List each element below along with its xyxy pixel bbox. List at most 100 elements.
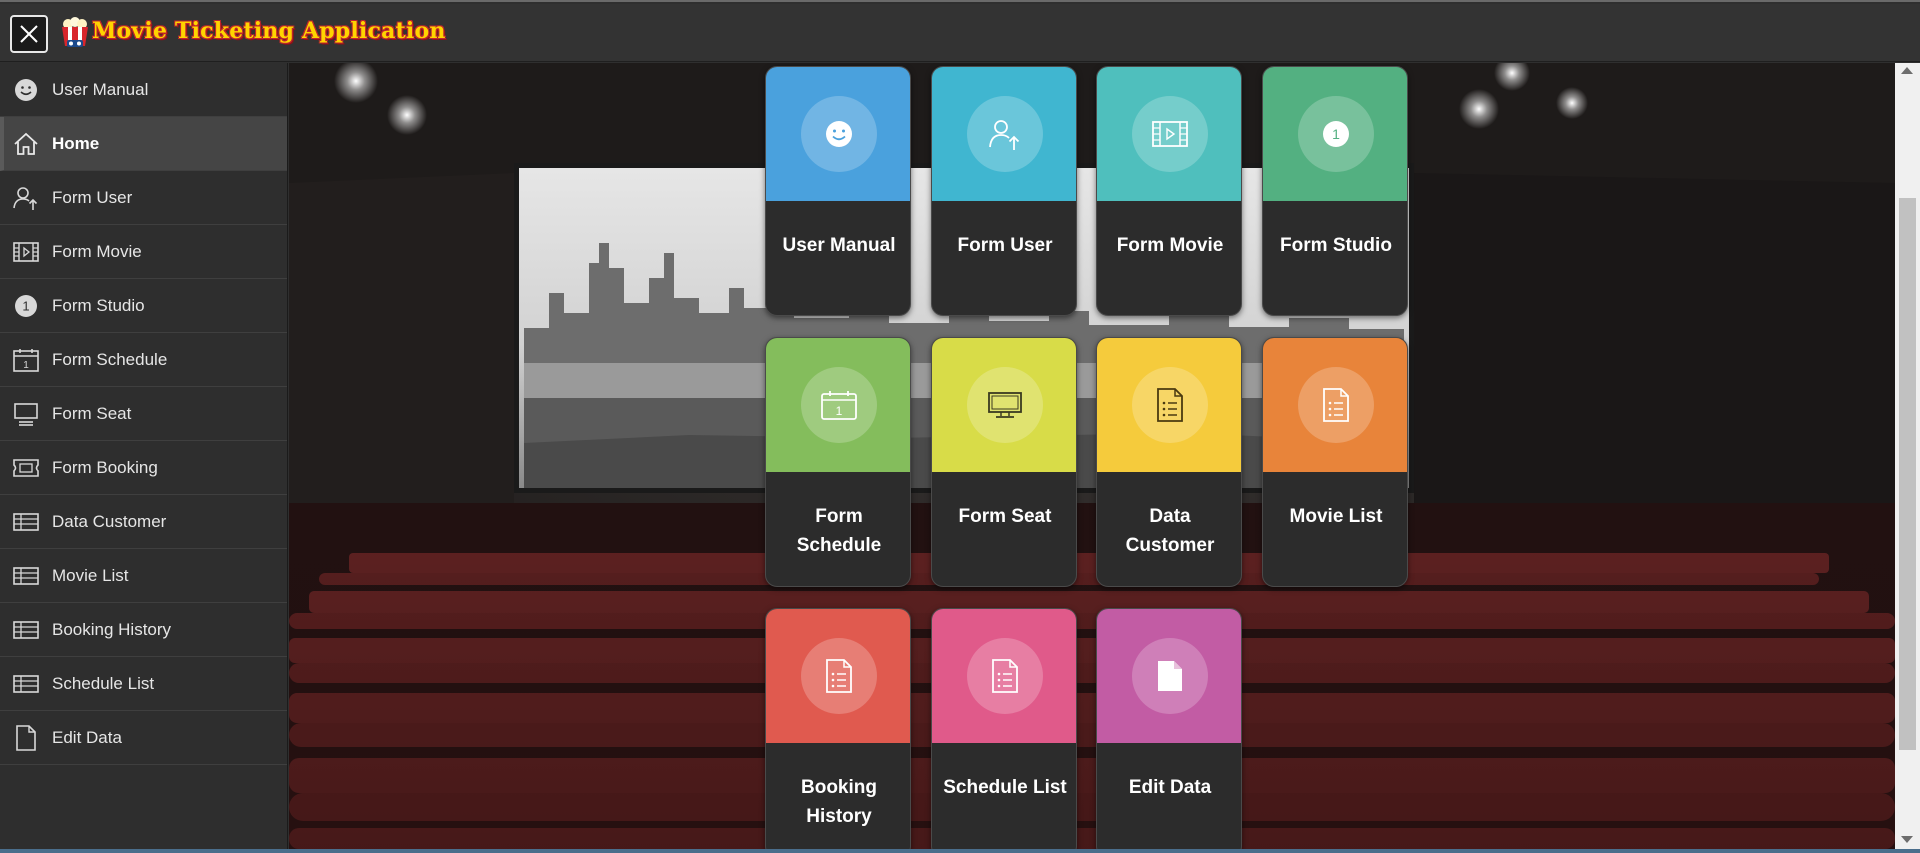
tile-label: Booking History (801, 777, 877, 827)
tile-data-customer[interactable]: Data Customer (1096, 337, 1242, 587)
sidebar-item-home[interactable]: Home (0, 117, 287, 171)
sidebar-item-label: Form Schedule (52, 350, 168, 369)
tile-label: Movie List (1289, 506, 1383, 527)
film-icon (1132, 96, 1208, 172)
ticket-icon (12, 455, 40, 481)
sidebar-item-label: Booking History (52, 620, 172, 639)
sidebar-item-form-movie[interactable]: Form Movie (0, 225, 287, 279)
tile-label: User Manual (782, 235, 896, 256)
tile-header (932, 67, 1076, 201)
table-icon (12, 563, 40, 589)
sidebar-item-label: Form Booking (52, 458, 158, 477)
sidebar-item-form-booking[interactable]: Form Booking (0, 441, 287, 495)
sidebar-item-form-user[interactable]: Form User (0, 171, 287, 225)
sidebar-item-label: Form Movie (52, 242, 142, 261)
tile-label: Form Schedule (796, 506, 882, 556)
user-upload-icon (12, 185, 40, 211)
close-icon (20, 25, 38, 43)
window-bottom-border (0, 849, 1920, 853)
popcorn-logo-icon (62, 17, 88, 47)
smiley-icon (801, 96, 877, 172)
sidebar-item-label: Home (52, 134, 100, 153)
tile-header (932, 338, 1076, 472)
main-content: User Manual Form User Form Movie 1 Form … (289, 63, 1895, 849)
tile-header (1263, 338, 1407, 472)
number-one-icon: 1 (12, 293, 40, 319)
sidebar-item-label: Form Studio (52, 296, 145, 315)
tile-label: Form Movie (1116, 235, 1224, 256)
sidebar-item-form-schedule[interactable]: 1 Form Schedule (0, 333, 287, 387)
tile-form-studio[interactable]: 1 Form Studio (1262, 66, 1408, 316)
home-icon (12, 131, 40, 157)
scroll-up-arrow-icon[interactable] (1901, 67, 1913, 74)
monitor-icon (12, 401, 40, 427)
tile-label: Form User (957, 235, 1053, 256)
sidebar-item-form-seat[interactable]: Form Seat (0, 387, 287, 441)
sidebar-item-edit-data[interactable]: Edit Data (0, 711, 287, 765)
app-window: Movie Ticketing Application User Manual … (0, 0, 1920, 853)
list-document-icon (967, 638, 1043, 714)
tile-booking-history[interactable]: Booking History (765, 608, 911, 849)
tile-label: Form Studio (1280, 235, 1392, 256)
table-icon (12, 617, 40, 643)
tile-label: Data Customer (1125, 506, 1215, 556)
monitor-icon (967, 367, 1043, 443)
tile-movie-list[interactable]: Movie List (1262, 337, 1408, 587)
user-upload-icon (967, 96, 1043, 172)
tile-header (1097, 609, 1241, 743)
tile-form-schedule[interactable]: 1 Form Schedule (765, 337, 911, 587)
tile-header (766, 67, 910, 201)
tile-form-movie[interactable]: Form Movie (1096, 66, 1242, 316)
tile-header: 1 (766, 338, 910, 472)
scroll-down-arrow-icon[interactable] (1901, 836, 1913, 843)
list-document-icon (801, 638, 877, 714)
table-icon (12, 671, 40, 697)
tile-user-manual[interactable]: User Manual (765, 66, 911, 316)
list-document-icon (1132, 367, 1208, 443)
scrollbar-thumb[interactable] (1899, 198, 1916, 750)
sidebar-item-user-manual[interactable]: User Manual (0, 63, 287, 117)
number-one-icon: 1 (1298, 96, 1374, 172)
tile-header (1097, 67, 1241, 201)
film-icon (12, 239, 40, 265)
tile-header (1097, 338, 1241, 472)
tile-form-seat[interactable]: Form Seat (931, 337, 1077, 587)
sidebar-item-label: Schedule List (52, 674, 155, 693)
document-icon (12, 725, 40, 751)
tile-form-user[interactable]: Form User (931, 66, 1077, 316)
sidebar-item-label: Form Seat (52, 404, 132, 423)
sidebar-item-schedule-list[interactable]: Schedule List (0, 657, 287, 711)
tile-header: 1 (1263, 67, 1407, 201)
cinema-background-image (289, 63, 1895, 849)
table-icon (12, 509, 40, 535)
sidebar-item-label: Form User (52, 188, 133, 207)
tile-header (766, 609, 910, 743)
sidebar-item-data-customer[interactable]: Data Customer (0, 495, 287, 549)
svg-text:1: 1 (836, 404, 843, 418)
sidebar-item-label: Data Customer (52, 512, 167, 531)
sidebar-item-label: Movie List (52, 566, 129, 585)
tile-schedule-list[interactable]: Schedule List (931, 608, 1077, 849)
smiley-icon (12, 77, 40, 103)
tile-label: Edit Data (1128, 777, 1212, 798)
sidebar-item-booking-history[interactable]: Booking History (0, 603, 287, 657)
sidebar-item-label: User Manual (52, 80, 149, 99)
calendar-icon: 1 (12, 347, 40, 373)
sidebar-item-label: Edit Data (52, 728, 122, 747)
svg-text:1: 1 (23, 360, 29, 371)
sidebar-item-form-studio[interactable]: 1 Form Studio (0, 279, 287, 333)
list-document-icon (1298, 367, 1374, 443)
vertical-scrollbar[interactable] (1895, 63, 1920, 849)
tile-edit-data[interactable]: Edit Data (1096, 608, 1242, 849)
app-title: Movie Ticketing Application (92, 18, 446, 44)
svg-text:1: 1 (1332, 126, 1340, 142)
sidebar-item-movie-list[interactable]: Movie List (0, 549, 287, 603)
close-button[interactable] (10, 15, 48, 53)
calendar-icon: 1 (801, 367, 877, 443)
document-icon (1132, 638, 1208, 714)
title-bar: Movie Ticketing Application (0, 4, 1920, 62)
tile-label: Schedule List (943, 777, 1067, 798)
tile-header (932, 609, 1076, 743)
sidebar: User Manual Home Form User Form Movie 1 … (0, 63, 288, 849)
svg-text:1: 1 (22, 299, 29, 314)
